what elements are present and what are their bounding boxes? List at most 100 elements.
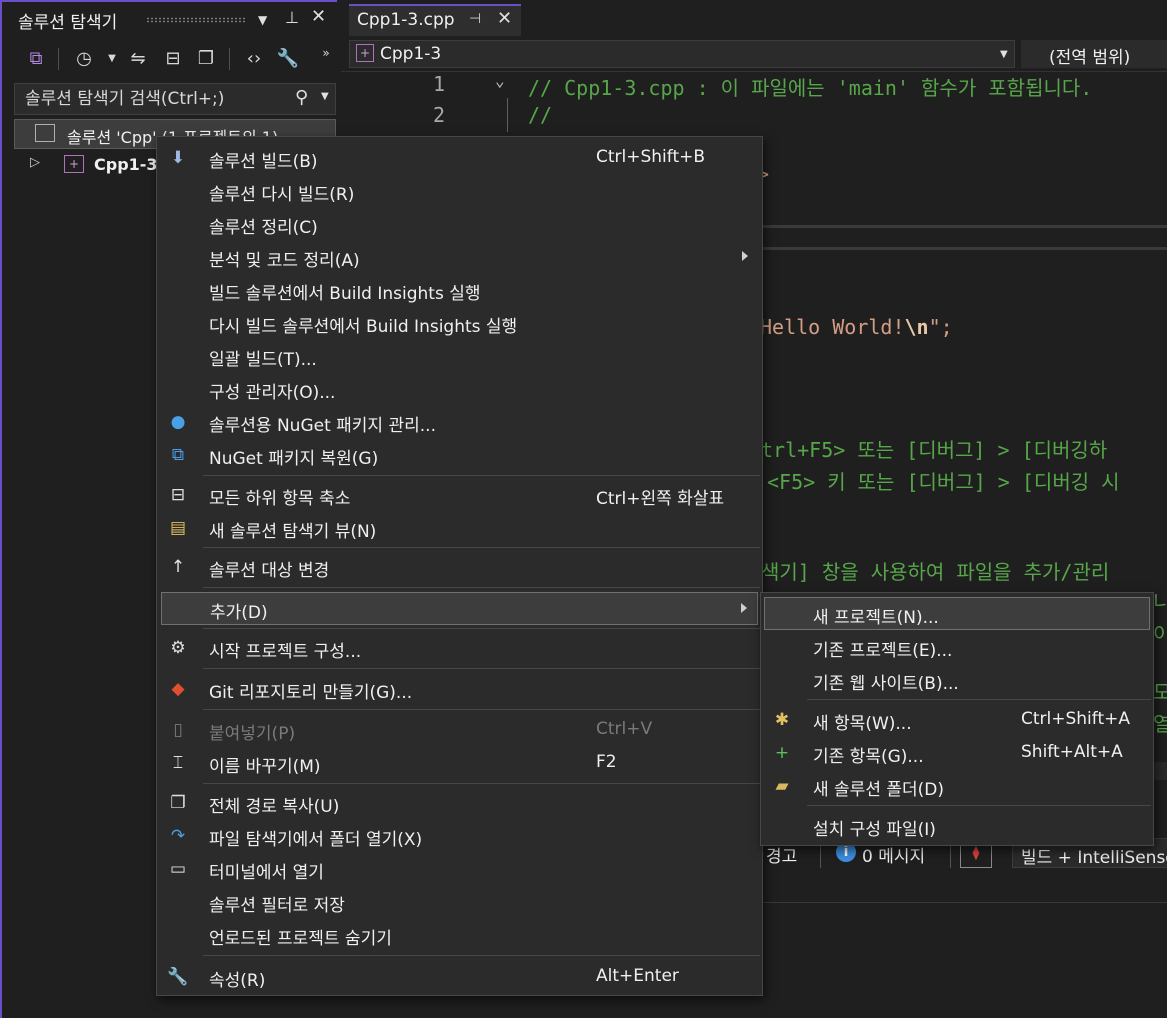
scope-dropdown-value: (전역 범위) (1049, 48, 1131, 68)
new-view-icon: ▤ (169, 518, 187, 538)
menu-item-existing-website[interactable]: 기존 웹 사이트(B)... (761, 664, 1153, 697)
paste-icon: ▯ (173, 720, 183, 740)
code-comment-fragment: 열 (1153, 712, 1167, 736)
view-code-icon[interactable]: ‹› (240, 46, 268, 72)
add-existing-item-icon: + (774, 743, 790, 763)
show-all-files-icon[interactable]: ❐ (192, 46, 220, 72)
solution-icon (35, 124, 55, 142)
document-tab-bar: Cpp1-3.cpp ⊣ ✕ (341, 0, 1167, 36)
panel-options-dropdown-icon[interactable]: ▼ (258, 13, 267, 27)
menu-item-open-folder[interactable]: ↷ 파일 탐색기에서 폴더 열기(X) (157, 820, 762, 853)
menu-item-set-startup-projects[interactable]: ⚙ 시작 프로젝트 구성... (157, 632, 762, 665)
menu-item-build-solution[interactable]: ⬇ 솔루션 빌드(B) Ctrl+Shift+B (157, 142, 762, 175)
collapse-all-icon[interactable]: ⊟ (159, 46, 187, 72)
fold-chevron-icon[interactable]: ⌄ (495, 71, 505, 90)
drag-grip[interactable] (146, 17, 246, 23)
menu-item-save-as-filter[interactable]: 솔루션 필터로 저장 (157, 886, 762, 919)
scope-dropdown[interactable]: (전역 범위) (1021, 40, 1167, 68)
menu-item-rename[interactable]: ⌶ 이름 바꾸기(M) F2 (157, 747, 762, 780)
tab-label: Cpp1-3.cpp (357, 10, 455, 30)
panel-title-bar: 솔루션 탐색기 ▼ ⊥ ✕ (2, 2, 339, 38)
open-folder-arrow-icon: ↷ (170, 826, 186, 846)
code-comment-fragment: 모 (1153, 680, 1167, 704)
menu-item-installer-config[interactable]: 설치 구성 파일(I) (761, 810, 1153, 843)
menu-item-clean-solution[interactable]: 솔루션 정리(C) (157, 208, 762, 241)
solution-search-box: ⚲ ▼ (14, 83, 336, 115)
menu-item-restore-nuget[interactable]: ⧉ NuGet 패키지 복원(G) (157, 439, 762, 472)
menu-item-batch-build[interactable]: 일괄 빌드(T)... (157, 340, 762, 373)
menu-item-existing-item[interactable]: + 기존 항목(G)... Shift+Alt+A (761, 737, 1153, 770)
submenu-arrow-icon (741, 603, 747, 613)
code-comment-fragment: 이 (1153, 622, 1167, 646)
build-filter-value: 빌드 + IntelliSense (1021, 848, 1167, 868)
menu-item-properties[interactable]: 🔧 속성(R) Alt+Enter (157, 961, 762, 994)
git-icon: ◆ (171, 679, 185, 699)
menu-item-collapse-all[interactable]: ⊟ 모든 하위 항목 축소 Ctrl+왼쪽 화살표 (157, 479, 762, 512)
panel-title: 솔루션 탐색기 (18, 13, 118, 33)
code-comment-fragment: 니 (1153, 590, 1167, 614)
sync-with-document-icon[interactable]: ⇋ (124, 46, 152, 72)
project-dropdown[interactable]: + Cpp1-3 ▼ (349, 40, 1015, 68)
menu-item-new-project[interactable]: 새 프로젝트(N)... (764, 597, 1150, 630)
line-number: 1 (432, 72, 445, 96)
search-options-dropdown-icon[interactable]: ▼ (321, 91, 329, 102)
code-comment-fragment: <F5> 키 또는 [디버그] > [디버깅 시 (767, 470, 1120, 494)
build-icon: ⬇ (170, 148, 186, 168)
fold-guide (507, 98, 508, 132)
menu-item-configuration-manager[interactable]: 구성 관리자(O)... (157, 373, 762, 406)
menu-item-create-git-repo[interactable]: ◆ Git 리포지토리 만들기(G)... (157, 673, 762, 706)
cpp-project-icon: + (64, 155, 84, 173)
menu-item-new-solution-folder[interactable]: ▰ 새 솔루션 폴더(D) (761, 770, 1153, 803)
arrow-up-icon: ↑ (170, 557, 186, 577)
solution-search-input[interactable] (15, 84, 285, 114)
submenu-arrow-icon (742, 251, 748, 261)
expand-arrow-icon[interactable]: ▷ (30, 155, 40, 170)
tab-cpp1-3[interactable]: Cpp1-3.cpp ⊣ ✕ (349, 4, 521, 36)
rename-icon: ⌶ (172, 753, 184, 773)
copy-icon: ❐ (170, 793, 186, 813)
project-label: Cpp1-3 (94, 155, 158, 174)
close-tab-icon[interactable]: ✕ (497, 8, 512, 29)
wrench-icon: 🔧 (167, 967, 189, 987)
project-dropdown-value: Cpp1-3 (380, 44, 442, 64)
menu-item-open-terminal[interactable]: ▭ 터미널에서 열기 (157, 853, 762, 886)
pin-tab-icon[interactable]: ⊣ (469, 11, 481, 27)
menu-item-analyze[interactable]: 분석 및 코드 정리(A) (157, 241, 762, 274)
menu-item-build-insights[interactable]: 빌드 솔루션에서 Build Insights 실행 (157, 274, 762, 307)
menu-item-new-explorer-view[interactable]: ▤ 새 솔루션 탐색기 뷰(N) (157, 512, 762, 545)
pending-changes-filter-icon[interactable]: ◷ (70, 46, 98, 72)
menu-item-add[interactable]: 추가(D) (161, 592, 758, 625)
nuget-icon: ● (170, 412, 186, 432)
menu-item-manage-nuget[interactable]: ● 솔루션용 NuGet 패키지 관리... (157, 406, 762, 439)
menu-item-rebuild-insights[interactable]: 다시 빌드 솔루션에서 Build Insights 실행 (157, 307, 762, 340)
panel-toolbar: ⧉ ◷ ▼ ⇋ ⊟ ❐ ‹› 🔧 » (2, 40, 339, 78)
code-comment-fragment: trl+F5> 또는 [디버그] > [디버깅하 (761, 438, 1108, 462)
menu-item-hide-unloaded[interactable]: 언로드된 프로젝트 숨기기 (157, 919, 762, 952)
menu-item-rebuild-solution[interactable]: 솔루션 다시 빌드(R) (157, 175, 762, 208)
search-icon[interactable]: ⚲ (295, 87, 308, 108)
code-line-2: // (528, 103, 553, 127)
add-submenu: 새 프로젝트(N)... 기존 프로젝트(E)... 기존 웹 사이트(B)..… (760, 592, 1154, 846)
menu-item-copy-full-path[interactable]: ❐ 전체 경로 복사(U) (157, 787, 762, 820)
new-item-icon: ✱ (774, 710, 790, 730)
menu-item-retarget-solution[interactable]: ↑ 솔루션 대상 변경 (157, 551, 762, 584)
collapse-icon: ⊟ (170, 485, 186, 505)
code-line-1: // Cpp1-3.cpp : 이 파일에는 'main' 함수가 포함됩니다. (528, 76, 1093, 100)
code-hello-line: Hello World!\n"; (760, 315, 953, 339)
error-list-panel (760, 902, 1167, 1018)
properties-wrench-icon[interactable]: 🔧 (274, 46, 302, 72)
solution-context-menu: ⬇ 솔루션 빌드(B) Ctrl+Shift+B 솔루션 다시 빌드(R) 솔루… (156, 136, 763, 996)
menu-item-existing-project[interactable]: 기존 프로젝트(E)... (761, 631, 1153, 664)
folder-icon: ▰ (775, 776, 789, 796)
gear-icon: ⚙ (170, 638, 186, 658)
menu-item-paste[interactable]: ▯ 붙여넣기(P) Ctrl+V (157, 714, 762, 747)
chevron-down-icon: ▼ (1000, 49, 1008, 60)
filter-dropdown-icon[interactable]: ▼ (98, 46, 126, 72)
toolbar-overflow-icon[interactable]: » (312, 40, 340, 66)
menu-item-new-item[interactable]: ✱ 새 항목(W)... Ctrl+Shift+A (761, 704, 1153, 737)
nuget-restore-icon: ⧉ (171, 445, 185, 465)
switch-views-icon[interactable]: ⧉ (22, 46, 50, 72)
close-icon[interactable]: ✕ (311, 6, 326, 27)
pin-icon[interactable]: ⊥ (285, 8, 299, 27)
line-number: 2 (432, 103, 445, 127)
